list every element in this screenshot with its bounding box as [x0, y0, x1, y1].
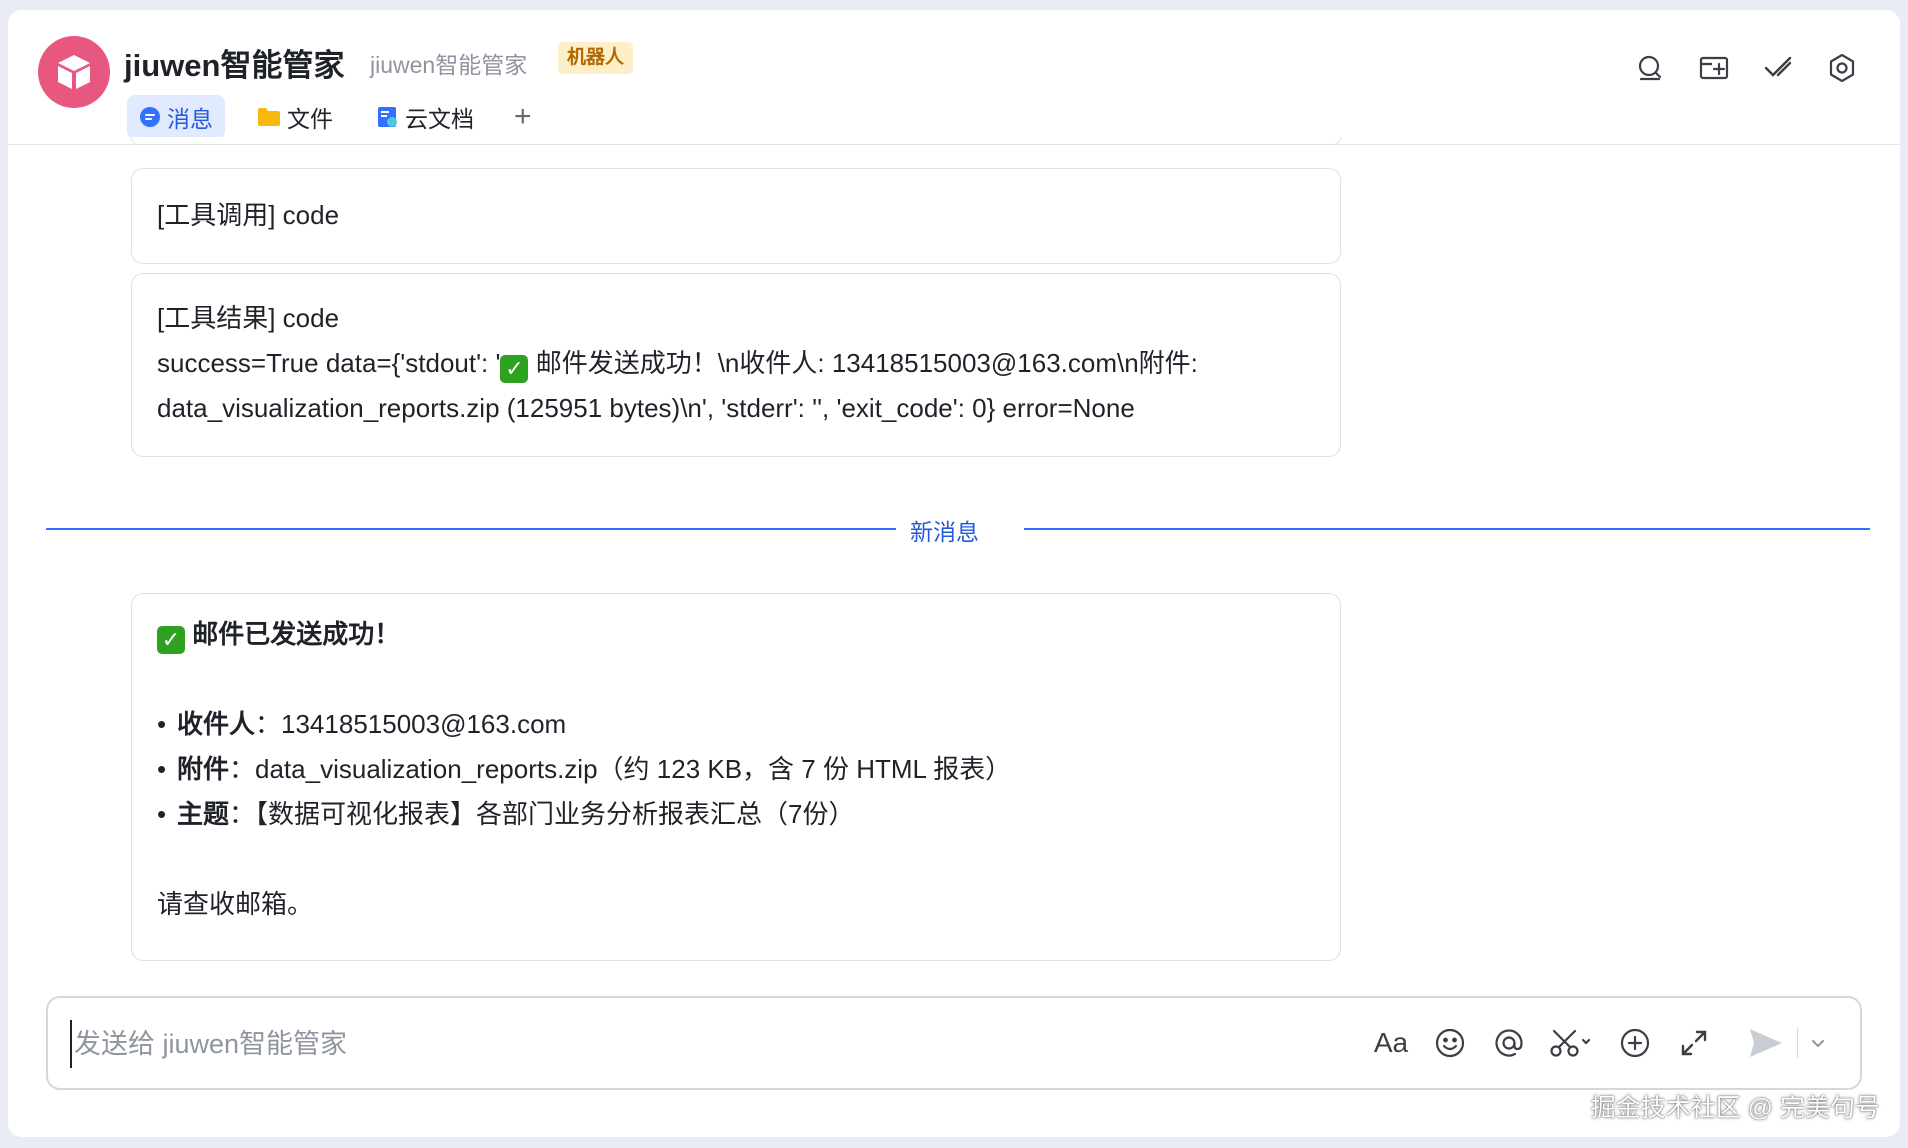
tab-cloud-docs-label: 云文档 — [405, 106, 474, 132]
reply-headline: ✓ 邮件已发送成功！ — [157, 612, 1011, 657]
toolbar-separator — [1797, 1028, 1798, 1058]
tab-files[interactable]: 文件 — [245, 95, 345, 139]
tool-result-title: [工具结果] code — [157, 303, 340, 333]
folder-icon — [257, 106, 281, 128]
check-icon: ✓ — [500, 355, 529, 383]
font-icon[interactable]: Aa — [1370, 1022, 1412, 1064]
chat-bubble-icon — [139, 106, 161, 128]
reply-body: ✓ 邮件已发送成功！ • 收件人：13418515003@163.com • 附件：… — [157, 612, 1011, 927]
tab-messages-label: 消息 — [167, 106, 213, 132]
reply-attachment: • 附件：data_visualization_reports.zip（约 123… — [157, 754, 1012, 784]
scissors-icon[interactable] — [1547, 1022, 1597, 1064]
recipient-label: 收件人 — [177, 709, 256, 739]
attachment-value: ：data_visualization_reports.zip（约 123 KB… — [229, 754, 1012, 784]
tab-files-label: 文件 — [287, 106, 333, 132]
recipient-value: ：13418515003@163.com — [255, 709, 567, 739]
tool-result-line-1: success=True data={'stdout': ' ✓ 邮件发送成功！\… — [157, 341, 1198, 386]
chat-window: jiuwen智能管家 jiuwen智能管家 机器人 消息 文件 云文档 + [工… — [8, 10, 1900, 1137]
send-icon[interactable] — [1745, 1022, 1787, 1064]
add-tab-button[interactable]: + — [506, 95, 540, 139]
check-icon: ✓ — [157, 626, 185, 654]
reply-headline-text: 邮件已发送成功！ — [192, 619, 401, 649]
message-input[interactable] — [70, 1020, 1356, 1068]
add-circle-icon[interactable] — [1614, 1022, 1656, 1064]
watermark: 掘金技术社区 @ 完美句号 — [1590, 1094, 1880, 1122]
settings-icon[interactable] — [1822, 48, 1862, 88]
message-composer: Aa — [46, 996, 1862, 1090]
emoji-icon[interactable] — [1429, 1022, 1471, 1064]
tab-messages[interactable]: 消息 — [127, 95, 225, 139]
subject-value: ：【数据可视化报表】各部门业务分析报表汇总（7份） — [229, 799, 855, 829]
subject-label: 主题 — [177, 799, 230, 829]
new-message-divider-right — [1024, 528, 1870, 530]
expand-icon[interactable] — [1673, 1022, 1715, 1064]
header-actions — [1606, 48, 1862, 88]
reply-recipient: • 收件人：13418515003@163.com — [157, 709, 567, 739]
reply-subject: • 主题：【数据可视化报表】各部门业务分析报表汇总（7份） — [157, 799, 855, 829]
new-message-divider-left — [46, 528, 896, 530]
tool-call-text: [工具调用] code — [157, 200, 340, 230]
chat-header: jiuwen智能管家 jiuwen智能管家 机器人 消息 文件 云文档 + — [8, 10, 1900, 145]
message-card-reply: ✓ 邮件已发送成功！ • 收件人：13418515003@163.com • 附件：… — [131, 593, 1341, 961]
chat-subtitle: jiuwen智能管家 — [370, 52, 528, 78]
tool-result-line-2: data_visualization_reports.zip (125951 b… — [157, 393, 1135, 423]
composer-toolbar: Aa — [1353, 1022, 1830, 1064]
chat-title: jiuwen智能管家 — [124, 48, 345, 83]
chevron-down-icon[interactable] — [1806, 1022, 1830, 1064]
message-card-previous — [131, 137, 1341, 145]
message-card-tool-result: [工具结果] code success=True data={'stdout':… — [131, 273, 1341, 457]
checkmark-icon[interactable] — [1758, 48, 1798, 88]
tool-result-line-1b: 邮件发送成功！\n收件人: 13418515003@163.com\n附件: — [528, 348, 1198, 378]
cube-icon — [58, 55, 90, 89]
mention-icon[interactable] — [1488, 1022, 1530, 1064]
message-list: [工具调用] code [工具结果] code success=True dat… — [8, 137, 1900, 995]
new-message-divider-label: 新消息 — [910, 519, 979, 545]
attachment-label: 附件 — [177, 754, 230, 784]
reply-footer: 请查收邮箱。 — [157, 889, 314, 919]
message-card-tool-call: [工具调用] code — [131, 168, 1341, 264]
bot-avatar[interactable] — [38, 36, 110, 108]
tool-result-line-1a: success=True data={'stdout': ' — [157, 348, 501, 378]
cloud-doc-icon — [377, 106, 399, 128]
bot-badge: 机器人 — [558, 42, 634, 74]
tab-cloud-docs[interactable]: 云文档 — [365, 95, 486, 139]
search-icon[interactable] — [1630, 48, 1670, 88]
add-screen-icon[interactable] — [1694, 48, 1734, 88]
tab-bar: 消息 文件 云文档 + — [127, 95, 540, 139]
